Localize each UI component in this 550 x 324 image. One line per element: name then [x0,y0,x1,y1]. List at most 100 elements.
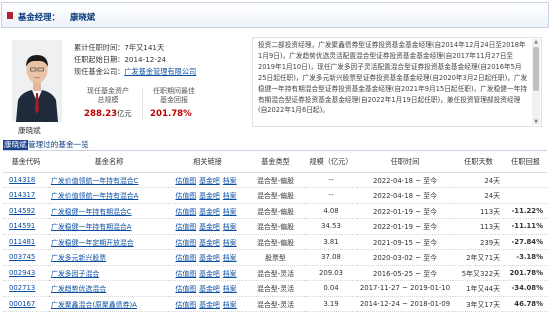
scroll-up-icon[interactable]: ▲ [533,39,539,45]
fund-code-link[interactable]: 014318 [9,176,35,184]
fund-code-link[interactable]: 002943 [9,269,35,277]
valuation-chart-link[interactable]: 估值图 [175,239,196,247]
fund-forum-link[interactable]: 基金吧 [199,208,220,216]
fund-scale: 37.08 [305,249,357,266]
tenure-days: 2年又71天 [453,249,504,266]
stat-divider [142,87,143,121]
tenure-period: 2022-01-19 ~ 至今 [357,203,453,219]
managed-funds-section-title: 康晓斌 管理过的基金一览 [3,140,547,151]
tenure-return: -11.11% [504,218,547,235]
fund-name-link[interactable]: 广发多元新兴股票 [51,254,106,262]
fund-profile-link[interactable]: 档案 [223,223,237,231]
table-row: 002943 广发多因子混合 估值图 基金吧 档案 混合型-灵活 209.03 2016-05… [3,265,547,281]
fund-code-link[interactable]: 014591 [9,222,35,230]
fund-code-link[interactable]: 014317 [9,191,35,199]
fund-forum-link[interactable]: 基金吧 [199,192,220,200]
start-date-row: 任职起始日期：2014-12-24 [74,54,196,66]
tenure-return: -3.18% [504,249,547,266]
valuation-chart-link[interactable]: 估值图 [175,177,196,185]
tenure-period: 2022-04-18 ~ 至今 [357,187,453,204]
fund-forum-link[interactable]: 基金吧 [199,301,220,309]
valuation-chart-link[interactable]: 估值图 [175,223,196,231]
valuation-chart-link[interactable]: 估值图 [175,254,196,262]
fund-forum-link[interactable]: 基金吧 [199,223,220,231]
fund-forum-link[interactable]: 基金吧 [199,177,220,185]
bio-scrollbar[interactable]: ▲ ▼ [532,39,540,125]
fund-code-link[interactable]: 000167 [9,300,35,308]
fund-code-link[interactable]: 003745 [9,253,35,261]
fund-profile-link[interactable]: 档案 [223,208,237,216]
fund-profile-link[interactable]: 档案 [223,192,237,200]
fund-scale: 0.04 [305,280,357,297]
related-links: 估值图 基金吧 档案 [169,218,246,235]
section-title-text: 管理过的基金一览 [28,140,89,149]
fund-name-link[interactable]: 广发稳健一年持有期混合C [51,208,132,216]
valuation-chart-link[interactable]: 估值图 [175,192,196,200]
col-header-return[interactable]: 任职回报 [504,153,547,173]
col-header-name[interactable]: 基金名称 [49,153,169,173]
start-date-value: 2014-12-24 [124,55,167,64]
fund-profile-link[interactable]: 档案 [223,285,237,293]
tenure-days: 3年又17天 [453,296,504,312]
fund-type: 混合型-灵活 [246,280,305,297]
fund-name-link[interactable]: 广发价值领航一年持有混合C [51,177,139,185]
col-header-code[interactable]: 基金代码 [3,153,49,173]
valuation-chart-link[interactable]: 估值图 [175,301,196,309]
tenure-period: 2022-04-18 ~ 至今 [357,172,453,188]
managed-funds-table: 基金代码 基金名称 相关链接 基金类型 规模（亿元） 任职时间 任职天数 任职回… [3,153,547,312]
header-marker-icon [7,12,13,19]
total-assets-label: 现任基金资产 总规模 [78,87,138,105]
manager-bio-box[interactable]: 投资二部投资经理，广发聚鑫债券型证券投资基金基金经理(自2014年12月24日至… [252,37,542,127]
tenure-days: 113天 [453,203,504,219]
tenure-period: 2022-01-19 ~ 至今 [357,218,453,235]
fund-name-link[interactable]: 广发多因子混合 [51,270,99,278]
fund-code-link[interactable]: 011481 [9,238,35,246]
related-links: 估值图 基金吧 档案 [169,280,246,297]
table-header-row: 基金代码 基金名称 相关链接 基金类型 规模（亿元） 任职时间 任职天数 任职回… [3,153,547,173]
fund-forum-link[interactable]: 基金吧 [199,285,220,293]
fund-forum-link[interactable]: 基金吧 [199,270,220,278]
scrollbar-thumb[interactable] [533,47,539,91]
fund-name-link[interactable]: 广发稳健一年定期开放混合 [51,239,134,247]
scroll-down-icon[interactable]: ▼ [533,119,539,125]
valuation-chart-link[interactable]: 估值图 [175,208,196,216]
fund-name-link[interactable]: 广发聚鑫混合(原聚鑫债券)A [51,301,137,309]
col-header-links: 相关链接 [169,153,246,173]
valuation-chart-link[interactable]: 估值图 [175,285,196,293]
fund-code-link[interactable]: 002713 [9,284,35,292]
fund-scale: 4.08 [305,203,357,219]
fund-profile-link[interactable]: 档案 [223,254,237,262]
valuation-chart-link[interactable]: 估值图 [175,270,196,278]
tenure-period: 2020-03-02 ~ 至今 [357,249,453,266]
col-header-period[interactable]: 任职时间 [357,153,453,173]
fund-forum-link[interactable]: 基金吧 [199,239,220,247]
section-manager-name: 康晓斌 [3,140,28,150]
tenure-days: 24天 [453,187,504,204]
fund-forum-link[interactable]: 基金吧 [199,254,220,262]
table-row: 014591 广发稳健一年持有期混合A 估值图 基金吧 档案 混合型-偏股 34.53 202… [3,218,547,235]
fund-type: 混合型-偏股 [246,172,305,188]
fund-profile-link[interactable]: 档案 [223,270,237,278]
tenure-period: 2021-09-15 ~ 至今 [357,234,453,250]
header-label: 基金经理： [18,12,60,22]
fund-name-link[interactable]: 广发价值领航一年持有混合A [51,192,138,200]
fund-code-link[interactable]: 014592 [9,207,35,215]
best-return-label-line1: 任职期间最佳 [153,87,195,95]
fund-profile-link[interactable]: 档案 [223,239,237,247]
fund-scale: -- [305,172,357,188]
col-header-scale[interactable]: 规模（亿元） [305,153,357,173]
fund-name-link[interactable]: 广发稳健一年持有期混合A [51,223,132,231]
company-link[interactable]: 广发基金管理有限公司 [124,67,196,76]
total-assets-unit: 亿元 [117,109,132,118]
related-links: 估值图 基金吧 档案 [169,203,246,219]
fund-name-link[interactable]: 广发趋势优选混合 [51,285,106,293]
fund-profile-link[interactable]: 档案 [223,177,237,185]
fund-type: 混合型-偏股 [246,203,305,219]
best-return-value: 201.78% [150,109,192,119]
col-header-days[interactable]: 任职天数 [453,153,504,173]
fund-profile-link[interactable]: 档案 [223,301,237,309]
tenure-days: 239天 [453,234,504,250]
col-header-type[interactable]: 基金类型 [246,153,305,173]
tenure-days: 1年又44天 [453,280,504,297]
tenure-days: 113天 [453,218,504,235]
